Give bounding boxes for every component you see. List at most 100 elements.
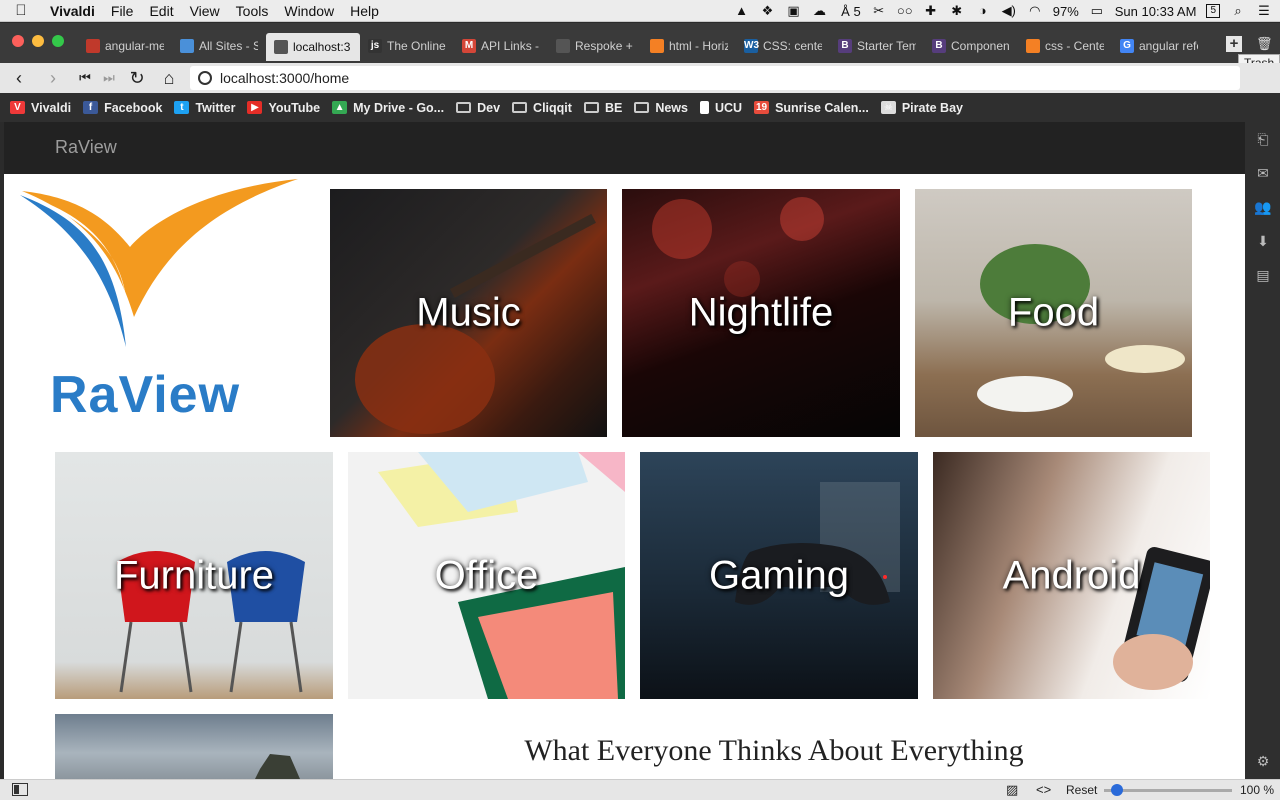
- zoom-slider-knob[interactable]: [1110, 784, 1123, 796]
- bookmark-item[interactable]: ▶ YouTube: [247, 101, 320, 115]
- notes-panel-icon[interactable]: ▤: [1254, 266, 1272, 284]
- plus-cross-icon[interactable]: ✚: [923, 4, 939, 18]
- bookmark-panel-icon[interactable]: ⎗: [1254, 130, 1272, 148]
- navbar-brand[interactable]: RaView: [55, 137, 117, 158]
- site-info-icon[interactable]: [198, 71, 212, 85]
- category-tile-nightlife[interactable]: Nightlife: [622, 189, 900, 437]
- image-toggle-icon[interactable]: ▨: [1006, 782, 1018, 798]
- drive-sync-icon[interactable]: ▲: [734, 4, 750, 18]
- slack-icon[interactable]: ✱: [949, 4, 965, 18]
- apple-menu-icon[interactable]: : [0, 2, 42, 19]
- bookmark-item[interactable]: f Facebook: [83, 101, 162, 115]
- menu-status-area: ▲ ❖ ▣ ☁ Å5 ✂ ○○ ✚ ✱ ◑ ◀) ◠ 97% ▭ Sun 10:…: [734, 0, 1273, 22]
- toggle-icon[interactable]: ◑: [975, 4, 991, 18]
- browser-tab[interactable]: B Componen: [924, 33, 1018, 59]
- bookmark-label: Sunrise Calen...: [775, 100, 869, 115]
- category-tile-office[interactable]: Office: [348, 452, 625, 699]
- rewind-icon[interactable]: ⏮: [74, 67, 96, 89]
- browser-tab[interactable]: css - Cente: [1018, 33, 1112, 59]
- menu-help[interactable]: Help: [342, 3, 387, 19]
- forward-icon[interactable]: ›: [42, 67, 64, 89]
- notification-center-icon[interactable]: ☰: [1256, 4, 1272, 18]
- tab-bar: angular-me All Sites - S localhost:3 js The …: [0, 23, 1280, 63]
- category-tile-furniture[interactable]: Furniture: [55, 452, 333, 699]
- fast-forward-icon[interactable]: ⏭: [98, 67, 120, 89]
- zoom-window-button[interactable]: [52, 35, 64, 47]
- sunrise-icon: 19: [754, 101, 770, 114]
- browser-tab[interactable]: html - Horiz: [642, 33, 736, 59]
- browser-tab[interactable]: B Starter Tem: [830, 33, 924, 59]
- volume-icon[interactable]: ◀): [1001, 4, 1017, 18]
- browser-tab[interactable]: W3 CSS: cente: [736, 33, 830, 59]
- bookmark-item[interactable]: Cliqqit: [512, 101, 572, 115]
- menu-view[interactable]: View: [182, 3, 228, 19]
- page-tagline: What Everyone Thinks About Everything: [524, 734, 1024, 767]
- bookmark-label: News: [655, 100, 688, 115]
- close-window-button[interactable]: [12, 35, 24, 47]
- adobe-badge[interactable]: Å5: [838, 4, 861, 19]
- downloads-panel-icon[interactable]: ⬇: [1254, 232, 1272, 250]
- zoom-reset-button[interactable]: Reset: [1066, 783, 1097, 797]
- panel-toggle-icon[interactable]: [12, 783, 28, 796]
- minimize-window-button[interactable]: [32, 35, 44, 47]
- back-icon[interactable]: ‹: [8, 67, 30, 89]
- browser-tab[interactable]: js The Online: [360, 33, 454, 59]
- page-actions-icon[interactable]: <>: [1036, 782, 1051, 797]
- zoom-slider[interactable]: [1104, 784, 1232, 796]
- menu-app-vivaldi[interactable]: Vivaldi: [42, 3, 103, 19]
- bookmark-item[interactable]: t Twitter: [174, 101, 235, 115]
- dropbox-icon[interactable]: ❖: [760, 4, 776, 18]
- category-tile-food[interactable]: Food: [915, 189, 1192, 437]
- browser-tab[interactable]: angular-me: [78, 33, 172, 59]
- tab-label: angular refe: [1139, 39, 1198, 53]
- bookmark-item[interactable]: News: [634, 101, 688, 115]
- menu-file[interactable]: File: [103, 3, 142, 19]
- category-tile-android[interactable]: Android: [933, 452, 1210, 699]
- browser-tab[interactable]: localhost:3: [266, 33, 360, 61]
- drive-icon: ▲: [332, 101, 348, 114]
- tab-label: Componen: [951, 39, 1010, 53]
- bookmark-item[interactable]: V Vivaldi: [10, 101, 71, 115]
- browser-tab[interactable]: Respoke +: [548, 33, 642, 59]
- clock[interactable]: Sun 10:33 AM: [1115, 4, 1197, 19]
- clipboard-icon[interactable]: ▣: [786, 4, 802, 18]
- site-navbar: RaView: [4, 122, 1245, 174]
- wifi-icon[interactable]: ◠: [1027, 4, 1043, 18]
- url-field[interactable]: localhost:3000/home: [190, 66, 1240, 90]
- bookmark-item[interactable]: ▲ My Drive - Go...: [332, 101, 444, 115]
- glasses-icon[interactable]: ○○: [897, 4, 913, 18]
- bookmark-item[interactable]: BE: [583, 101, 622, 115]
- spotlight-search-icon[interactable]: ⌕: [1230, 4, 1246, 18]
- tab-label: The Online: [387, 39, 446, 53]
- menu-tools[interactable]: Tools: [228, 3, 277, 19]
- browser-tab[interactable]: Gangular refe: [1112, 33, 1206, 59]
- calendar-badge[interactable]: 5: [1206, 4, 1220, 18]
- menu-window[interactable]: Window: [276, 3, 342, 19]
- contacts-panel-icon[interactable]: 👥: [1254, 198, 1272, 216]
- browser-tab[interactable]: All Sites - S: [172, 33, 266, 59]
- scissors-icon[interactable]: ✂: [871, 4, 887, 18]
- url-text: localhost:3000/home: [220, 70, 350, 86]
- new-tab-button[interactable]: +: [1226, 36, 1242, 52]
- battery-icon[interactable]: ▭: [1089, 4, 1105, 18]
- trash-icon[interactable]: 🗑: [1256, 36, 1273, 52]
- bookmark-item[interactable]: Dev: [456, 101, 500, 115]
- reload-icon[interactable]: ↻: [126, 67, 148, 89]
- category-tile-gaming[interactable]: Gaming: [640, 452, 918, 699]
- bookmark-item[interactable]: UCU: [699, 101, 742, 115]
- settings-gear-icon[interactable]: ⚙: [1254, 752, 1272, 770]
- cloud-icon[interactable]: ☁: [812, 4, 828, 18]
- menu-edit[interactable]: Edit: [141, 3, 181, 19]
- home-icon[interactable]: ⌂: [158, 67, 180, 89]
- browser-tab[interactable]: M API Links -: [454, 33, 548, 59]
- category-tile-partial[interactable]: [55, 714, 333, 779]
- bookmark-item[interactable]: ☠ Pirate Bay: [880, 101, 963, 115]
- category-label: Food: [1007, 290, 1100, 335]
- bookmark-item[interactable]: 19 Sunrise Calen...: [754, 101, 869, 115]
- category-tile-music[interactable]: Music: [330, 189, 607, 437]
- stack-icon: [180, 39, 194, 53]
- mail-panel-icon[interactable]: ✉: [1254, 164, 1272, 182]
- side-panel-bar: ⎗ ✉ 👥 ⬇ ▤ ⚙: [1245, 122, 1280, 779]
- address-bar: ‹ › ⏮ ⏭ ↻ ⌂ localhost:3000/home: [0, 63, 1280, 93]
- category-label: Nightlife: [688, 290, 834, 335]
